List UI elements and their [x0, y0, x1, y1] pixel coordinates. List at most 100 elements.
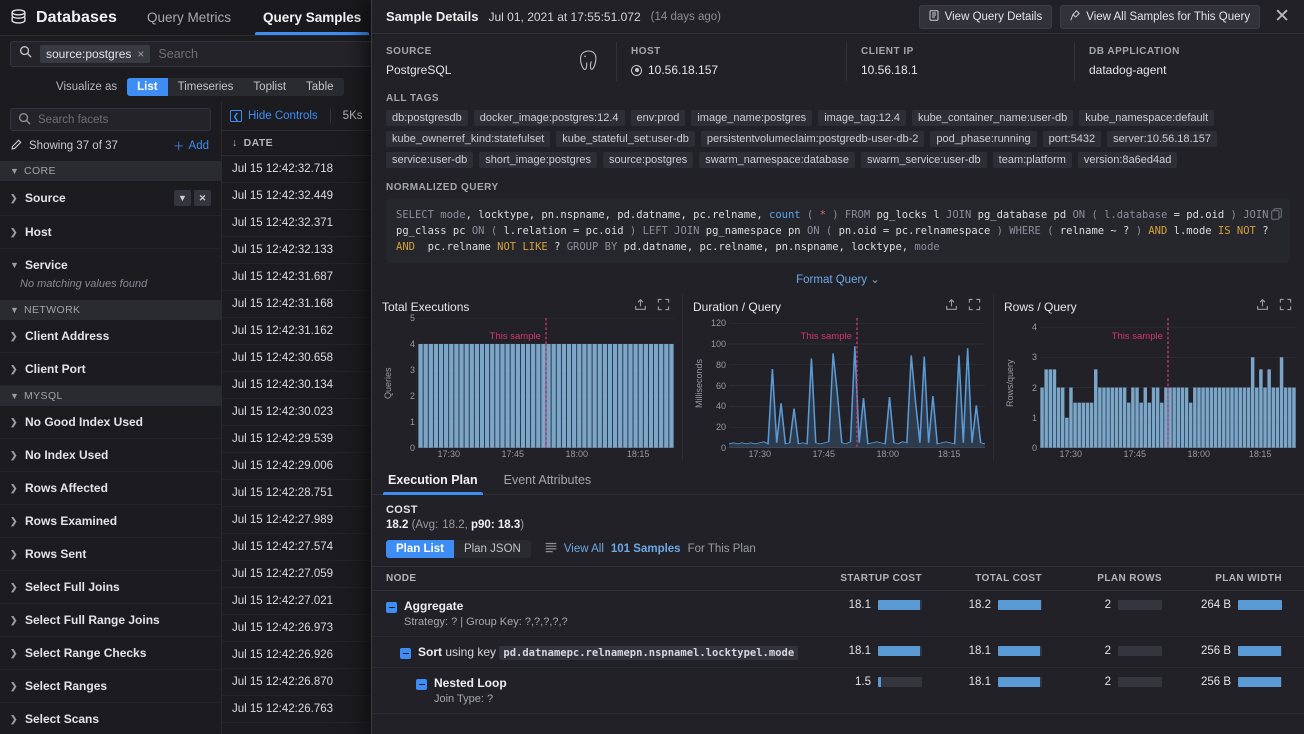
y-tick: 1 [410, 417, 415, 427]
tab-execution-plan[interactable]: Execution Plan [386, 469, 480, 494]
export-icon[interactable] [945, 298, 958, 316]
tag-chip[interactable]: kube_namespace:default [1079, 110, 1214, 126]
copy-icon[interactable] [1271, 207, 1282, 225]
sidebar-item-no-good-index-used[interactable]: ❯ No Good Index Used [0, 406, 221, 439]
view-all-samples-for-plan-link[interactable]: View All 101 Samples For This Plan [545, 542, 756, 556]
plan-view-toggle: Plan List Plan JSON [386, 540, 531, 558]
view-query-details-button[interactable]: View Query Details [919, 5, 1053, 29]
tag-chip[interactable]: docker_image:postgres:12.4 [474, 110, 625, 126]
plot-canvas: This sample [418, 318, 674, 448]
sidebar-item-client-port[interactable]: ❯ Client Port [0, 353, 221, 386]
search-filter-chip[interactable]: source:postgres × [40, 45, 150, 63]
plan-startup-cost: 18.1 [849, 599, 871, 611]
tab-query-samples[interactable]: Query Samples [247, 0, 377, 35]
sidebar-item-select-full-range-joins[interactable]: ❯ Select Full Range Joins [0, 604, 221, 637]
format-query-button[interactable]: Format Query ⌄ [796, 274, 880, 286]
tag-chip[interactable]: db:postgresdb [386, 110, 468, 126]
facet-search-input[interactable]: Search facets [10, 108, 211, 131]
plan-table-row[interactable]: Sort using key pd.datnamepc.relnamepn.ns… [372, 637, 1304, 668]
sql-token: IS NOT [1218, 225, 1262, 237]
sql-token: l.database [1104, 209, 1167, 221]
tag-chip[interactable]: port:5432 [1043, 131, 1101, 147]
tag-chip[interactable]: persistentvolumeclaim:postgredb-user-db-… [701, 131, 925, 147]
tag-chip[interactable]: image_name:postgres [691, 110, 812, 126]
close-icon[interactable]: ✕ [194, 190, 211, 206]
sql-token: ON [472, 225, 491, 237]
sidebar-item-rows-affected[interactable]: ❯ Rows Affected [0, 472, 221, 505]
tag-chip[interactable]: kube_container_name:user-db [912, 110, 1073, 126]
add-facet-button[interactable]: ＋ Add [173, 138, 209, 154]
filter-icon[interactable]: ▼ [174, 190, 191, 206]
tag-chip[interactable]: server:10.56.18.157 [1107, 131, 1217, 147]
export-icon[interactable] [634, 298, 647, 316]
chip-remove-icon[interactable]: × [137, 47, 144, 61]
tag-chip[interactable]: short_image:postgres [479, 152, 597, 168]
expand-collapse-icon[interactable] [400, 648, 411, 659]
export-icon[interactable] [1256, 298, 1269, 316]
sidebar-item-select-scans[interactable]: ❯ Select Scans [0, 703, 221, 734]
facet-label: Source [25, 191, 66, 205]
sql-token: ) [1224, 209, 1243, 221]
y-tick: 120 [711, 318, 726, 328]
pencil-icon[interactable] [11, 139, 22, 153]
visualize-option-table[interactable]: Table [296, 78, 344, 96]
tag-chip[interactable]: swarm_service:user-db [861, 152, 987, 168]
expand-icon[interactable] [1279, 298, 1292, 316]
value-meter [998, 600, 1042, 610]
cost-value: 18.2 [386, 519, 408, 531]
expand-collapse-icon[interactable] [386, 602, 397, 613]
plan-table-row[interactable]: Nested LoopJoin Type: ?1.518.12256 B [372, 668, 1304, 714]
visualize-option-toplist[interactable]: Toplist [243, 78, 296, 96]
plan-rows-container: AggregateStrategy: ? | Group Key: ?,?,?,… [372, 591, 1304, 714]
sidebar-item-select-full-joins[interactable]: ❯ Select Full Joins [0, 571, 221, 604]
tag-chip[interactable]: version:8a6ed4ad [1078, 152, 1177, 168]
tag-chip[interactable]: kube_ownerref_kind:statefulset [386, 131, 550, 147]
column-header-date[interactable]: ↓ DATE [222, 137, 374, 149]
tag-chip[interactable]: swarm_namespace:database [699, 152, 855, 168]
facet-group-network[interactable]: ▼ NETWORK [0, 300, 221, 320]
tag-chip[interactable]: pod_phase:running [930, 131, 1036, 147]
plot-area: Milliseconds020406080100120This sample [693, 318, 985, 448]
panel-content: SOURCE PostgreSQL HOST 10.56.18.1 [372, 34, 1304, 734]
sidebar-item-client-address[interactable]: ❯ Client Address [0, 320, 221, 353]
chevron-right-icon: ❯ [10, 227, 18, 238]
plan-node-name: Nested Loop [434, 676, 507, 690]
plan-list-button[interactable]: Plan List [386, 540, 454, 558]
tag-chip[interactable]: service:user-db [386, 152, 473, 168]
sidebar-item-rows-examined[interactable]: ❯ Rows Examined [0, 505, 221, 538]
tag-chip[interactable]: team:platform [993, 152, 1072, 168]
visualize-option-list[interactable]: List [127, 78, 167, 96]
row-date: Jul 15 12:42:27.059 [222, 568, 374, 580]
hide-controls-button[interactable]: ❮ Hide Controls [230, 110, 318, 122]
sidebar-item-no-index-used[interactable]: ❯ No Index Used [0, 439, 221, 472]
meta-client-ip-value: 10.56.18.1 [861, 63, 1060, 77]
facet-group-core[interactable]: ▼ CORE [0, 161, 221, 181]
view-all-samples-button[interactable]: View All Samples for This Query [1060, 5, 1260, 29]
tab-event-attributes[interactable]: Event Attributes [502, 469, 594, 494]
tag-chip[interactable]: kube_stateful_set:user-db [556, 131, 695, 147]
search-input[interactable]: Search [158, 47, 198, 61]
sidebar-item-service[interactable]: ▼ Service [0, 249, 221, 274]
close-icon[interactable]: ✕ [1268, 7, 1296, 26]
this-sample-annotation: This sample [801, 331, 852, 342]
tag-chip[interactable]: image_tag:12.4 [818, 110, 906, 126]
visualize-option-timeseries[interactable]: Timeseries [168, 78, 244, 96]
sidebar-item-rows-sent[interactable]: ❯ Rows Sent [0, 538, 221, 571]
tag-chip[interactable]: source:postgres [603, 152, 693, 168]
expand-icon[interactable] [968, 298, 981, 316]
tag-chip[interactable]: env:prod [631, 110, 686, 126]
x-tick: 18:00 [565, 449, 588, 459]
sidebar-item-host[interactable]: ❯ Host [0, 216, 221, 249]
facet-group-mysql[interactable]: ▼ MYSQL [0, 386, 221, 406]
sidebar-item-select-ranges[interactable]: ❯ Select Ranges [0, 670, 221, 703]
plan-table-row[interactable]: AggregateStrategy: ? | Group Key: ?,?,?,… [372, 591, 1304, 637]
sql-token: pn.oid = pc.relnamespace [839, 225, 991, 237]
host-target-icon [631, 65, 642, 76]
sample-relative-time: (14 days ago) [651, 11, 721, 23]
sidebar-item-select-range-checks[interactable]: ❯ Select Range Checks [0, 637, 221, 670]
expand-collapse-icon[interactable] [416, 679, 427, 690]
expand-icon[interactable] [657, 298, 670, 316]
plan-json-button[interactable]: Plan JSON [454, 540, 531, 558]
tab-query-metrics[interactable]: Query Metrics [131, 0, 247, 35]
sidebar-item-source[interactable]: ❯ Source ▼ ✕ [0, 181, 221, 216]
